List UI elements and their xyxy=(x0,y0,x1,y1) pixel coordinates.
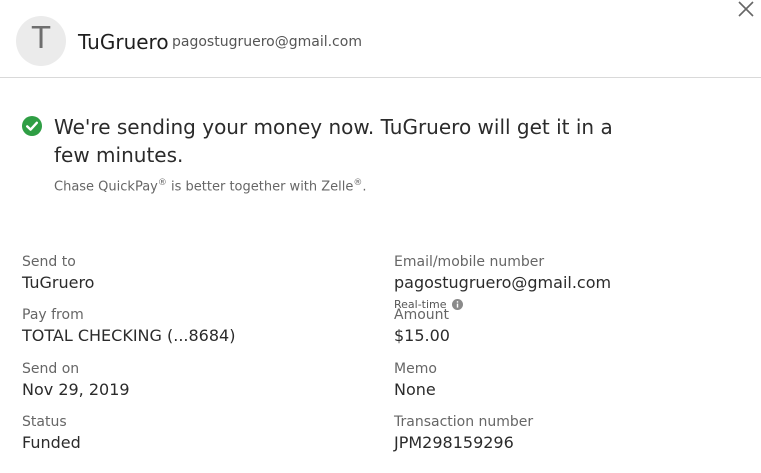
send-on-label: Send on xyxy=(22,361,80,377)
transaction-number-label: Transaction number xyxy=(394,414,534,430)
transaction-number-value: JPM298159296 xyxy=(394,433,514,452)
email-mobile-label: Email/mobile number xyxy=(394,254,545,270)
tagline-period: . xyxy=(362,179,367,195)
recipient-header: T TuGruero pagostugruero@gmail.com xyxy=(0,0,761,78)
pay-from-value: TOTAL CHECKING (...8684) xyxy=(22,326,236,345)
memo-value: None xyxy=(394,380,436,399)
recipient-name: TuGruero xyxy=(78,30,169,54)
tagline-part-zelle: is better together with Zelle xyxy=(166,179,354,195)
amount-label: Amount xyxy=(394,307,450,323)
pay-from-label: Pay from xyxy=(22,307,84,323)
tagline-part-quickpay: Chase QuickPay xyxy=(54,179,158,195)
email-mobile-value: pagostugruero@gmail.com xyxy=(394,273,612,292)
recipient-email: pagostugruero@gmail.com xyxy=(172,34,362,50)
status-value: Funded xyxy=(22,433,81,452)
status-label: Status xyxy=(22,414,67,430)
send-on-value: Nov 29, 2019 xyxy=(22,380,130,399)
send-to-label: Send to xyxy=(22,254,76,270)
close-icon[interactable] xyxy=(737,0,755,18)
avatar: T xyxy=(16,16,66,66)
check-circle-icon xyxy=(22,116,42,136)
registered-mark: ® xyxy=(157,178,167,188)
zelle-tagline: Chase QuickPay® is better together with … xyxy=(54,174,367,196)
amount-value: $15.00 xyxy=(394,326,450,345)
memo-label: Memo xyxy=(394,361,437,377)
info-icon[interactable] xyxy=(452,299,463,310)
send-to-value: TuGruero xyxy=(22,273,95,292)
confirmation-message: We're sending your money now. TuGruero w… xyxy=(54,115,613,167)
